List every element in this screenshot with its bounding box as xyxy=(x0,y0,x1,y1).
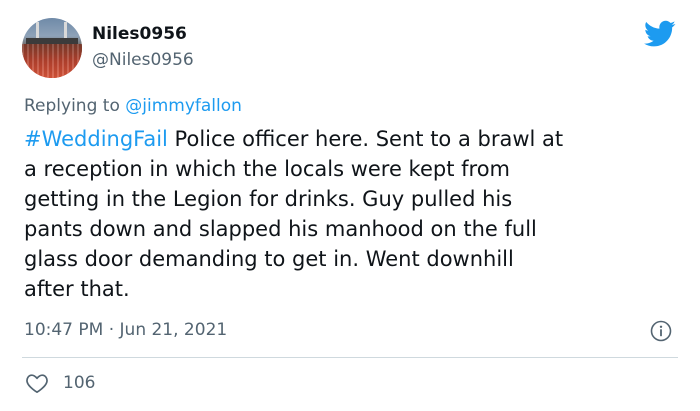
avatar[interactable] xyxy=(22,18,82,78)
info-icon[interactable] xyxy=(650,320,672,342)
tweet-text-line: getting in the Legion for drinks. Guy pu… xyxy=(24,187,513,211)
user-handle[interactable]: @Niles0956 xyxy=(92,50,194,70)
tweet-card: Niles0956 @Niles0956 Replying to @jimmyf… xyxy=(0,0,700,411)
tweet-text-segment: Police officer here. Sent to a brawl at xyxy=(167,127,564,151)
divider xyxy=(22,357,678,358)
twitter-bird-icon[interactable] xyxy=(644,20,676,48)
stadium-stands xyxy=(22,44,82,78)
tweet-text-line: pants down and slapped his manhood on th… xyxy=(24,217,537,241)
tweet-text-line: a reception in which the locals were kep… xyxy=(24,157,510,181)
tweet-timestamp[interactable]: 10:47 PM · Jun 21, 2021 xyxy=(24,320,227,340)
tweet-text-line: glass door demanding to get in. Went dow… xyxy=(24,247,514,271)
heart-icon[interactable] xyxy=(25,372,49,394)
tweet-text-line: #WeddingFail Police officer here. Sent t… xyxy=(24,124,684,154)
reply-prefix: Replying to xyxy=(24,96,126,116)
reply-mention-link[interactable]: @jimmyfallon xyxy=(125,96,242,116)
tweet-text-line: after that. xyxy=(24,277,130,301)
like-count: 106 xyxy=(63,373,96,393)
reply-context: Replying to @jimmyfallon xyxy=(24,96,242,116)
hashtag-link[interactable]: #WeddingFail xyxy=(24,127,168,151)
tweet-text: #WeddingFail Police officer here. Sent t… xyxy=(24,124,684,304)
display-name[interactable]: Niles0956 xyxy=(92,24,187,44)
